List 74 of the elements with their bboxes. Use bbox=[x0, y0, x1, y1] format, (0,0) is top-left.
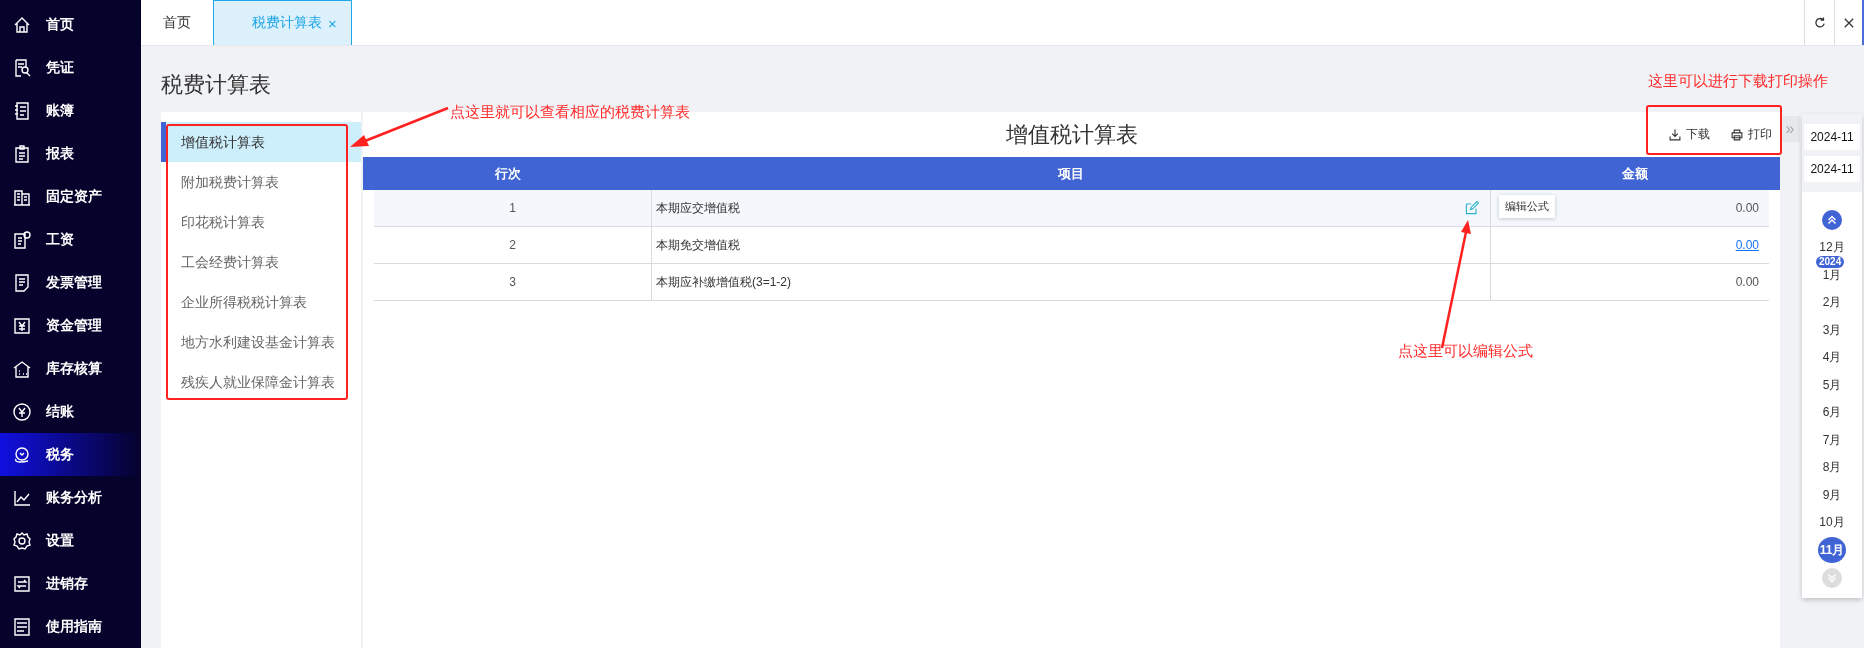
printer-icon bbox=[1730, 127, 1744, 142]
table-cell: 1 bbox=[374, 190, 652, 226]
gear-icon bbox=[12, 530, 32, 551]
annotation-text: 这里可以进行下载打印操作 bbox=[1648, 72, 1828, 91]
report-title: 增值税计算表 bbox=[1005, 120, 1138, 149]
sidebar-item[interactable]: 账簿 bbox=[0, 89, 141, 132]
month-item[interactable]: 12月 bbox=[1818, 240, 1846, 256]
column-header: 行次 bbox=[493, 164, 522, 183]
sidebar-item[interactable]: 工资 bbox=[0, 218, 141, 261]
month-item[interactable]: 1月 bbox=[1818, 267, 1846, 283]
report-list-item[interactable]: 附加税费计算表 bbox=[161, 162, 361, 202]
sidebar-item[interactable]: 报表 bbox=[0, 132, 141, 175]
document-search-icon bbox=[12, 57, 32, 78]
month-item[interactable]: 9月 bbox=[1818, 487, 1846, 503]
guide-book-icon bbox=[12, 616, 32, 637]
print-button[interactable]: 打印 bbox=[1728, 124, 1774, 145]
month-item[interactable]: 5月 bbox=[1818, 377, 1846, 393]
scroll-up-button[interactable] bbox=[1822, 210, 1842, 230]
year-badge: 2024 bbox=[1816, 255, 1845, 268]
table-cell: 3 bbox=[374, 264, 652, 300]
column-header: 金额 bbox=[1621, 164, 1649, 183]
tab[interactable]: 首页 bbox=[141, 0, 213, 45]
transfer-icon bbox=[12, 573, 32, 594]
sidebar-item[interactable]: 使用指南 bbox=[0, 605, 141, 648]
month-item[interactable]: 10月 bbox=[1818, 515, 1846, 531]
month-item[interactable]: 7月 bbox=[1818, 432, 1846, 448]
month-item[interactable]: 4月 bbox=[1818, 350, 1846, 366]
sidebar-item[interactable]: 设置 bbox=[0, 519, 141, 562]
report-list-item[interactable]: 工会经费计算表 bbox=[161, 242, 361, 282]
sidebar-item[interactable]: 账务分析 bbox=[0, 476, 141, 519]
month-item[interactable]: 2月 bbox=[1818, 295, 1846, 311]
report-list-item[interactable]: 企业所得税税计算表 bbox=[161, 282, 361, 322]
sidebar-item[interactable]: 税务 bbox=[0, 433, 141, 476]
report-list-item[interactable]: 地方水利建设基金计算表 bbox=[161, 322, 361, 362]
notebook-icon bbox=[12, 100, 32, 121]
document-icon bbox=[12, 272, 32, 293]
month-item[interactable]: 3月 bbox=[1818, 322, 1846, 338]
sidebar-item[interactable]: 凭证 bbox=[0, 46, 141, 89]
yen-icon bbox=[12, 315, 32, 336]
page-title: 税费计算表 bbox=[161, 71, 271, 99]
sidebar-item[interactable]: 进销存 bbox=[0, 562, 141, 605]
end-period-field[interactable]: 2024-11 bbox=[1804, 156, 1860, 182]
start-period-field[interactable]: 2024-11 bbox=[1804, 124, 1860, 150]
table-cell: 0.00 bbox=[1735, 275, 1759, 289]
download-icon bbox=[1668, 127, 1682, 142]
sidebar-item[interactable]: 结账 bbox=[0, 390, 141, 433]
month-item[interactable]: 8月 bbox=[1818, 460, 1846, 476]
table-cell: 本期应补缴增值税(3=1-2) bbox=[652, 264, 1491, 300]
annotation-text: 点这里就可以查看相应的税费计算表 bbox=[450, 103, 690, 122]
tooltip: 编辑公式 bbox=[1499, 195, 1555, 218]
refresh-icon bbox=[1812, 15, 1827, 30]
clipboard-icon bbox=[12, 143, 32, 164]
sidebar-item[interactable]: 发票管理 bbox=[0, 261, 141, 304]
sidebar-item[interactable]: 资金管理 bbox=[0, 304, 141, 347]
sidebar-item[interactable]: 首页 bbox=[0, 3, 141, 46]
annotation-text: 点这里可以编辑公式 bbox=[1398, 342, 1533, 361]
report-list-item[interactable]: 残疾人就业保障金计算表 bbox=[161, 362, 361, 402]
month-item[interactable]: 6月 bbox=[1818, 405, 1846, 421]
document-yen-icon bbox=[12, 229, 32, 250]
sidebar-item[interactable]: 库存核算 bbox=[0, 347, 141, 390]
table-cell: 0.00 bbox=[1735, 201, 1759, 215]
month-item[interactable]: 11月 bbox=[1818, 537, 1846, 564]
warehouse-icon bbox=[12, 358, 32, 379]
report-list-item[interactable]: 印花税计算表 bbox=[161, 202, 361, 242]
column-header: 项目 bbox=[1056, 164, 1085, 183]
report-list-item[interactable]: 增值税计算表 bbox=[161, 122, 361, 162]
table-cell: 2 bbox=[374, 227, 652, 263]
coin-icon bbox=[12, 444, 32, 465]
amount-link[interactable]: 0.00 bbox=[1735, 238, 1759, 252]
download-button[interactable]: 下载 bbox=[1666, 124, 1712, 145]
close-button[interactable] bbox=[1834, 0, 1864, 45]
edit-icon[interactable] bbox=[1464, 200, 1480, 216]
chevrons-down-icon bbox=[1825, 571, 1839, 585]
sidebar-item[interactable]: 固定资产 bbox=[0, 175, 141, 218]
